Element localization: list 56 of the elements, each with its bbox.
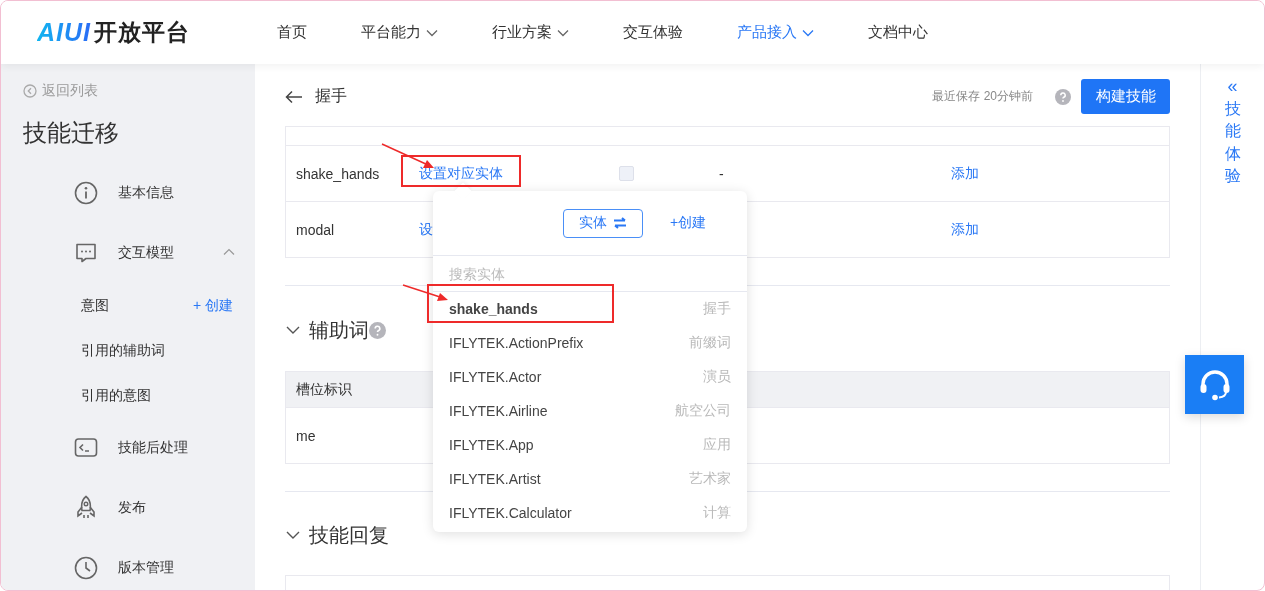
section-title: 技能回复 xyxy=(309,522,389,548)
search-field[interactable]: 搜索实体 xyxy=(433,256,747,292)
swap-icon xyxy=(613,217,627,229)
add-link[interactable]: 添加 xyxy=(951,220,979,239)
save-status: 最近保存 20分钟前 xyxy=(932,88,1033,105)
column-header: 槽位标识 xyxy=(296,380,352,399)
sidebar-item[interactable]: 技能后处理 xyxy=(23,418,255,478)
nav-link[interactable]: 行业方案 xyxy=(492,23,569,42)
entity-option[interactable]: IFLYTEK.ActionPrefix 前缀词 xyxy=(433,326,747,360)
table-cell: modal xyxy=(296,221,335,238)
chat-icon xyxy=(74,241,98,265)
entity-option[interactable]: IFLYTEK.App 应用 xyxy=(433,428,747,462)
create-link[interactable]: + 创建 xyxy=(192,296,233,315)
help-icon[interactable] xyxy=(1055,88,1071,105)
annotation-arrow xyxy=(402,284,448,301)
terminal-icon xyxy=(74,437,98,459)
add-link[interactable]: 添加 xyxy=(951,164,979,183)
back-icon xyxy=(23,84,37,98)
nav-link[interactable]: 平台能力 xyxy=(361,23,438,42)
skill-title: 握手 xyxy=(315,86,347,106)
help-icon[interactable] xyxy=(369,321,386,339)
collapse-toggle[interactable]: « xyxy=(1227,76,1238,96)
caret-icon[interactable] xyxy=(223,248,235,256)
table-cell: shake_hands xyxy=(296,165,380,182)
entity-type-button[interactable]: 实体 xyxy=(563,208,643,238)
entity-option[interactable]: IFLYTEK.Artist 艺术家 xyxy=(433,462,747,496)
sidebar-subitem[interactable]: 意图 xyxy=(81,296,109,315)
entity-option[interactable]: IFLYTEK.Airline 航空公司 xyxy=(433,394,747,428)
clock-icon xyxy=(74,556,98,580)
sidebar-item[interactable]: 交互模型 xyxy=(23,223,255,283)
sidebar-subitem[interactable]: 引用的辅助词 xyxy=(81,341,165,360)
logo-text: 开放平台 xyxy=(94,18,190,47)
nav-link[interactable]: 交互体验 xyxy=(623,23,683,42)
build-button[interactable]: 构建技能 xyxy=(1081,79,1170,114)
sidebar-item[interactable]: 发布 xyxy=(23,478,255,538)
sidebar-item[interactable]: 基本信息 xyxy=(23,163,255,223)
checkbox[interactable] xyxy=(619,166,634,181)
table-cell: - xyxy=(719,165,724,182)
set-entity-link[interactable]: 设 xyxy=(419,220,433,239)
rocket-icon xyxy=(75,495,97,521)
page-title: 技能迁移 xyxy=(23,118,119,148)
skill-test-tab[interactable]: 技能体验 xyxy=(1224,98,1241,188)
sidebar-item[interactable]: 版本管理 xyxy=(23,538,255,590)
annotation-arrow xyxy=(381,143,434,168)
section-title: 辅助词 xyxy=(309,317,369,343)
entity-option[interactable]: shake_hands 握手 xyxy=(433,292,747,326)
nav-link[interactable]: 文档中心 xyxy=(868,23,928,42)
back-arrow-icon[interactable] xyxy=(285,89,303,104)
nav-link[interactable]: 产品接入 xyxy=(737,23,814,42)
create-link[interactable]: +创建 xyxy=(670,214,707,232)
sidebar-subitem[interactable]: 引用的意图 xyxy=(81,386,151,405)
entity-option[interactable]: IFLYTEK.Actor 演员 xyxy=(433,360,747,394)
entity-option[interactable]: IFLYTEK.Calculator 计算 xyxy=(433,496,747,530)
info-icon xyxy=(74,181,98,205)
table-cell: me xyxy=(296,427,316,444)
nav-link[interactable]: 首页 xyxy=(277,23,307,42)
